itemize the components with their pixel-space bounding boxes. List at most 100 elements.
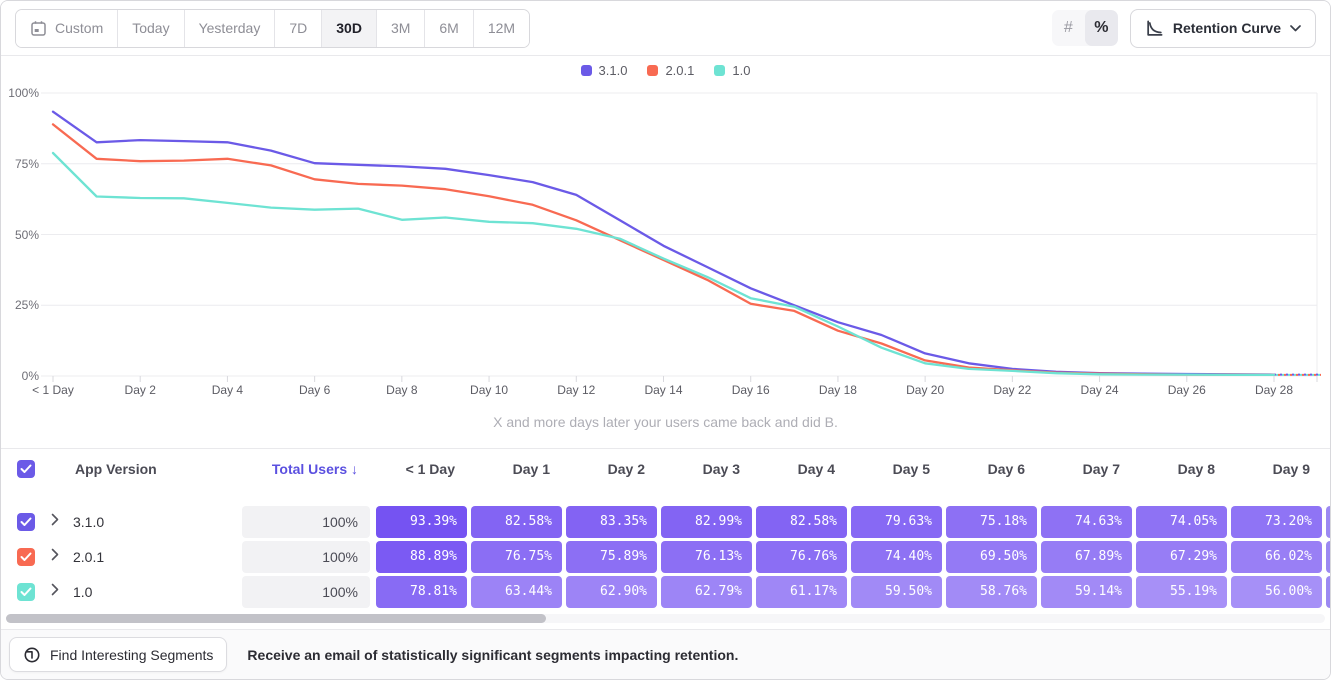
- chevron-down-icon: [1290, 25, 1301, 32]
- y-axis-label: 50%: [3, 228, 39, 242]
- retention-cell[interactable]: 74.05%: [1136, 506, 1227, 538]
- date-range-label: Yesterday: [199, 20, 261, 36]
- retention-cell[interactable]: 82.58%: [471, 506, 562, 538]
- retention-cell[interactable]: 75.89%: [566, 541, 657, 573]
- retention-cell[interactable]: 66.02%: [1231, 541, 1322, 573]
- x-axis-label: Day 16: [732, 383, 770, 397]
- column-header-day-5[interactable]: Day 5: [851, 449, 930, 489]
- column-header-day-8[interactable]: Day 8: [1136, 449, 1215, 489]
- column-header-day-6[interactable]: Day 6: [946, 449, 1025, 489]
- absolute-numbers-toggle[interactable]: #: [1052, 10, 1085, 46]
- y-axis-label: 100%: [3, 86, 39, 100]
- retention-cell[interactable]: 74.40%: [851, 541, 942, 573]
- date-range-group: Custom Today Yesterday 7D 30D 3M 6M 12M: [15, 9, 530, 48]
- date-range-label: Custom: [55, 20, 103, 36]
- find-interesting-segments-button[interactable]: Find Interesting Segments: [9, 637, 227, 672]
- retention-cell[interactable]: 58.76%: [946, 576, 1037, 608]
- date-range-12m[interactable]: 12M: [474, 10, 529, 47]
- row-checkbox-2.0.1[interactable]: [17, 548, 35, 566]
- line-series-2.0.1: [53, 124, 1274, 375]
- date-range-label: 7D: [289, 20, 307, 36]
- x-axis-label: Day 24: [1081, 383, 1119, 397]
- row-expand-chevron-icon[interactable]: [51, 583, 59, 596]
- retention-cell[interactable]: 59.14%: [1041, 576, 1132, 608]
- retention-cell[interactable]: 93.39%: [376, 506, 467, 538]
- retention-cell[interactable]: 63.44%: [471, 576, 562, 608]
- row-checkbox-1.0[interactable]: [17, 583, 35, 601]
- footer-bar: Find Interesting Segments Receive an ema…: [1, 629, 1330, 679]
- retention-cell[interactable]: 75.18%: [946, 506, 1037, 538]
- date-range-custom[interactable]: Custom: [16, 10, 118, 47]
- column-header-day-2[interactable]: Day 2: [566, 449, 645, 489]
- horizontal-scrollbar-thumb[interactable]: [6, 614, 546, 623]
- retention-cell[interactable]: 76.76%: [756, 541, 847, 573]
- retention-cell[interactable]: 88.89%: [376, 541, 467, 573]
- y-axis-label: 25%: [3, 298, 39, 312]
- retention-report-panel: Custom Today Yesterday 7D 30D 3M 6M 12M #% Rete…: [0, 0, 1331, 680]
- table-row-3.1.0: 3.1.0100%93.39%82.58%83.35%82.99%82.58%7…: [1, 506, 1330, 538]
- column-header-day-3[interactable]: Day 3: [661, 449, 740, 489]
- sort-descending-icon: ↓: [351, 461, 358, 477]
- total-users-cell: 100%: [242, 506, 370, 538]
- row-expand-chevron-icon[interactable]: [51, 513, 59, 526]
- retention-cell-partial[interactable]: [1326, 506, 1331, 538]
- column-header-day-1[interactable]: Day 1: [471, 449, 550, 489]
- date-range-label: 30D: [336, 20, 362, 36]
- retention-cell-partial[interactable]: [1326, 541, 1331, 573]
- column-header-app-version[interactable]: App Version: [75, 449, 157, 489]
- chart-type-dropdown[interactable]: Retention Curve: [1130, 9, 1316, 48]
- retention-line-chart: [1, 56, 1331, 401]
- x-axis-label: Day 26: [1168, 383, 1206, 397]
- column-header-1-day[interactable]: < 1 Day: [376, 449, 455, 489]
- date-range-7d[interactable]: 7D: [275, 10, 322, 47]
- total-users-cell: 100%: [242, 541, 370, 573]
- retention-cell-partial[interactable]: [1326, 576, 1331, 608]
- retention-cell[interactable]: 67.29%: [1136, 541, 1227, 573]
- retention-cell[interactable]: 59.50%: [851, 576, 942, 608]
- retention-cell[interactable]: 76.75%: [471, 541, 562, 573]
- column-header-day-4[interactable]: Day 4: [756, 449, 835, 489]
- retention-cell[interactable]: 61.17%: [756, 576, 847, 608]
- row-checkbox-3.1.0[interactable]: [17, 513, 35, 531]
- y-axis-label: 0%: [3, 369, 39, 383]
- y-axis-label: 75%: [3, 157, 39, 171]
- retention-cell[interactable]: 83.35%: [566, 506, 657, 538]
- column-header-day-7[interactable]: Day 7: [1041, 449, 1120, 489]
- table-row-2.0.1: 2.0.1 100%88.89%76.75%75.89%76.13%76.76%7…: [1, 541, 1330, 573]
- line-series-1.0: [53, 153, 1274, 375]
- date-range-30d[interactable]: 30D: [322, 10, 377, 47]
- table-row-1.0: 1.0100%78.81%63.44%62.90%62.79%61.17%59.…: [1, 576, 1330, 608]
- retention-cell[interactable]: 74.63%: [1041, 506, 1132, 538]
- retention-cell[interactable]: 73.20%: [1231, 506, 1322, 538]
- retention-cell[interactable]: 79.63%: [851, 506, 942, 538]
- percentage-toggle[interactable]: %: [1085, 10, 1118, 46]
- date-range-label: 3M: [391, 20, 410, 36]
- retention-cell[interactable]: 76.13%: [661, 541, 752, 573]
- toolbar-right-controls: #% Retention Curve: [1052, 9, 1316, 48]
- retention-cell[interactable]: 78.81%: [376, 576, 467, 608]
- retention-cell[interactable]: 82.99%: [661, 506, 752, 538]
- retention-cell[interactable]: 62.90%: [566, 576, 657, 608]
- table-header-row: App Version Total Users ↓ < 1 Day Day 1 Da…: [1, 448, 1330, 489]
- column-header-total-users[interactable]: Total Users ↓: [181, 449, 358, 489]
- x-axis-label: Day 8: [386, 383, 417, 397]
- retention-cell[interactable]: 62.79%: [661, 576, 752, 608]
- row-app-version-label: 2.0.1: [73, 541, 104, 573]
- segments-button-label: Find Interesting Segments: [50, 647, 213, 663]
- row-expand-chevron-icon[interactable]: [51, 548, 59, 561]
- x-axis-label: Day 4: [212, 383, 243, 397]
- date-range-label: 6M: [439, 20, 458, 36]
- date-range-3m[interactable]: 3M: [377, 10, 425, 47]
- x-axis-label: Day 22: [993, 383, 1031, 397]
- column-header-day-9[interactable]: Day 9: [1231, 449, 1310, 489]
- retention-cell[interactable]: 69.50%: [946, 541, 1037, 573]
- retention-cell[interactable]: 56.00%: [1231, 576, 1322, 608]
- date-range-6m[interactable]: 6M: [425, 10, 473, 47]
- retention-cell[interactable]: 82.58%: [756, 506, 847, 538]
- retention-cell[interactable]: 67.89%: [1041, 541, 1132, 573]
- row-app-version-label: 3.1.0: [73, 506, 104, 538]
- date-range-today[interactable]: Today: [118, 10, 184, 47]
- select-all-checkbox[interactable]: [17, 460, 35, 478]
- date-range-yesterday[interactable]: Yesterday: [185, 10, 276, 47]
- retention-cell[interactable]: 55.19%: [1136, 576, 1227, 608]
